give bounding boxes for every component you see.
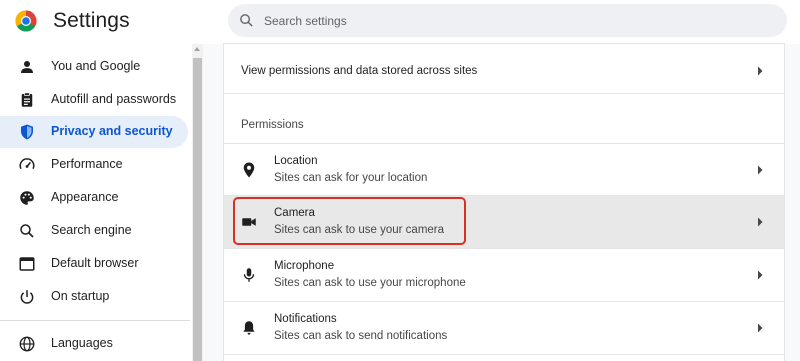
row-title: Camera (274, 207, 315, 219)
scroll-up-arrow-icon[interactable] (194, 47, 200, 51)
location-pin-icon (243, 162, 255, 178)
sidebar-item-label: Languages (51, 336, 113, 350)
sidebar-item-search-engine[interactable]: Search engine (0, 215, 188, 247)
row-subtitle: Sites can ask to send notifications (274, 330, 448, 342)
chevron-right-icon (758, 66, 763, 76)
row-title: Location (274, 155, 318, 167)
row-title: View permissions and data stored across … (241, 65, 478, 77)
sidebar-item-label: Autofill and passwords (51, 92, 177, 106)
permission-row-microphone[interactable]: Microphone Sites can ask to use your mic… (224, 249, 784, 302)
palette-icon (20, 191, 34, 205)
sidebar-divider (0, 320, 190, 321)
privacy-settings-card: View permissions and data stored across … (224, 44, 784, 361)
sidebar-item-label: Search engine (51, 223, 132, 237)
sidebar-item-default-browser[interactable]: Default browser (0, 248, 188, 280)
microphone-icon (243, 268, 255, 282)
sidebar-item-label: On startup (51, 289, 110, 303)
chevron-right-icon (758, 217, 763, 227)
permission-row-location[interactable]: Location Sites can ask for your location (224, 143, 784, 196)
sidebar-item-appearance[interactable]: Appearance (0, 182, 188, 214)
browser-window-icon (19, 257, 35, 271)
row-title: Microphone (274, 260, 335, 272)
sidebar-item-label: Default browser (51, 256, 139, 270)
sidebar-item-privacy-and-security[interactable]: Privacy and security (0, 116, 188, 148)
search-icon (240, 14, 253, 27)
row-subtitle: Sites can ask to use your camera (274, 224, 445, 236)
sidebar-item-performance[interactable]: Performance (0, 149, 188, 181)
chevron-right-icon (758, 165, 763, 175)
person-icon (21, 61, 33, 73)
permission-row-notifications[interactable]: Notifications Sites can ask to send noti… (224, 302, 784, 355)
row-subtitle: Sites can ask for your location (274, 172, 428, 184)
sidebar-item-label: Performance (51, 157, 123, 171)
sidebar-item-languages[interactable]: Languages (0, 328, 188, 360)
bell-icon (243, 321, 255, 335)
speedometer-icon (19, 158, 35, 170)
sidebar-item-autofill[interactable]: Autofill and passwords (0, 84, 188, 116)
permission-row-camera[interactable]: Camera Sites can ask to use your camera (224, 196, 784, 249)
search-box[interactable] (228, 4, 787, 37)
sidebar-item-label: Privacy and security (51, 124, 173, 138)
sidebar-item-label: Appearance (51, 190, 119, 204)
search-input[interactable] (264, 4, 764, 37)
camera-icon (242, 218, 256, 226)
permissions-header: Permissions (241, 119, 304, 131)
search-icon (20, 224, 34, 238)
power-icon (20, 290, 34, 304)
shield-icon (21, 124, 33, 140)
sidebar-item-you-and-google[interactable]: You and Google (0, 51, 188, 83)
app-title: Settings (53, 9, 130, 32)
globe-icon (19, 336, 35, 352)
sidebar: You and Google Autofill and passwords Pr… (0, 44, 192, 361)
view-permissions-row[interactable]: View permissions and data stored across … (224, 44, 784, 94)
top-bar: Settings (0, 0, 800, 44)
sidebar-item-label: You and Google (51, 59, 141, 73)
chevron-right-icon (758, 323, 763, 333)
chevron-right-icon (758, 270, 763, 280)
sidebar-scrollbar-thumb[interactable] (193, 58, 202, 361)
clipboard-icon (21, 92, 33, 107)
sidebar-item-on-startup[interactable]: On startup (0, 281, 188, 313)
row-title: Notifications (274, 313, 337, 325)
row-subtitle: Sites can ask to use your microphone (274, 277, 466, 289)
chrome-logo-icon (15, 10, 37, 32)
